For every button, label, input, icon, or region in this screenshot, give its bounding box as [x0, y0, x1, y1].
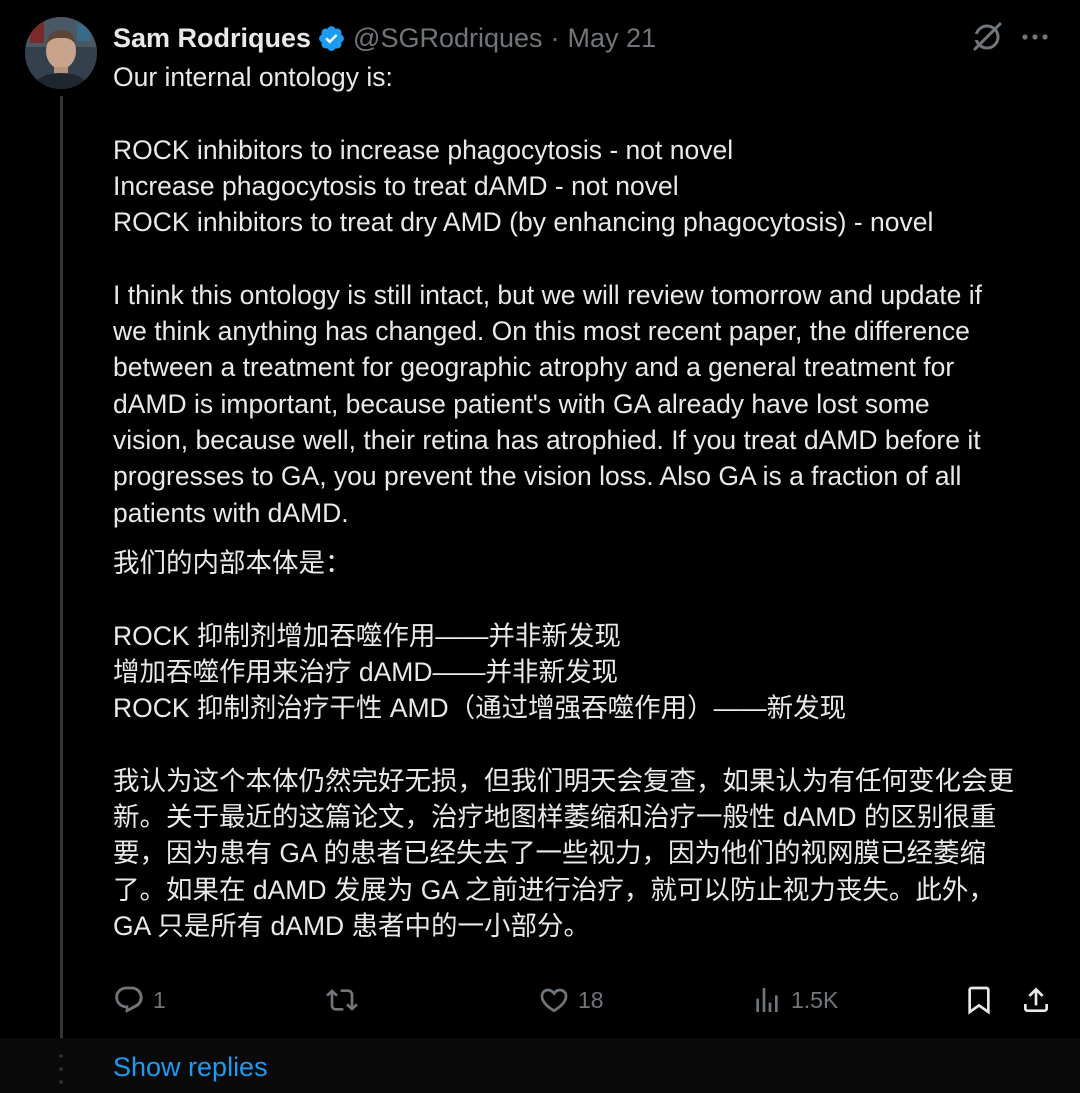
like-button[interactable]: 18 [538, 980, 604, 1020]
author-handle[interactable]: @SGRodriques [353, 23, 543, 54]
tweet-article[interactable]: Sam Rodriques @SGRodriques · May 21 Our … [0, 0, 1080, 1038]
heart-icon [538, 984, 570, 1016]
post-date[interactable]: May 21 [568, 23, 657, 54]
post-text-english: Our internal ontology is: ROCK inhibitor… [113, 62, 983, 528]
header-separator: · [550, 22, 560, 53]
reply-icon [113, 984, 145, 1016]
post-text-chinese-translation: 我们的内部本体是： ROCK 抑制剂增加吞噬作用——并非新发现 增加吞噬作用来治… [113, 548, 1014, 941]
thread-dotted-line [59, 1052, 63, 1086]
repost-button[interactable] [325, 980, 367, 1020]
author-display-name[interactable]: Sam Rodriques [113, 23, 311, 54]
show-replies-link[interactable]: Show replies [113, 1052, 268, 1083]
views-icon [751, 984, 783, 1016]
share-button[interactable] [1020, 980, 1052, 1020]
grok-icon[interactable] [970, 20, 1004, 54]
thread-connector-line [60, 96, 63, 1038]
like-count: 18 [578, 986, 604, 1013]
more-icon[interactable] [1017, 20, 1053, 54]
avatar[interactable] [25, 17, 97, 89]
repost-icon [325, 984, 359, 1016]
verified-badge-icon[interactable] [317, 24, 346, 53]
post-header: Sam Rodriques @SGRodriques · May 21 [113, 18, 656, 58]
bookmark-button[interactable] [963, 980, 995, 1020]
bookmark-icon [963, 984, 995, 1016]
reply-count: 1 [153, 986, 166, 1013]
share-icon [1020, 984, 1052, 1016]
post-action-bar: 1 18 1.5K [113, 980, 1058, 1020]
views-button[interactable]: 1.5K [751, 980, 838, 1020]
reply-button[interactable]: 1 [113, 980, 166, 1020]
views-count: 1.5K [791, 986, 839, 1013]
